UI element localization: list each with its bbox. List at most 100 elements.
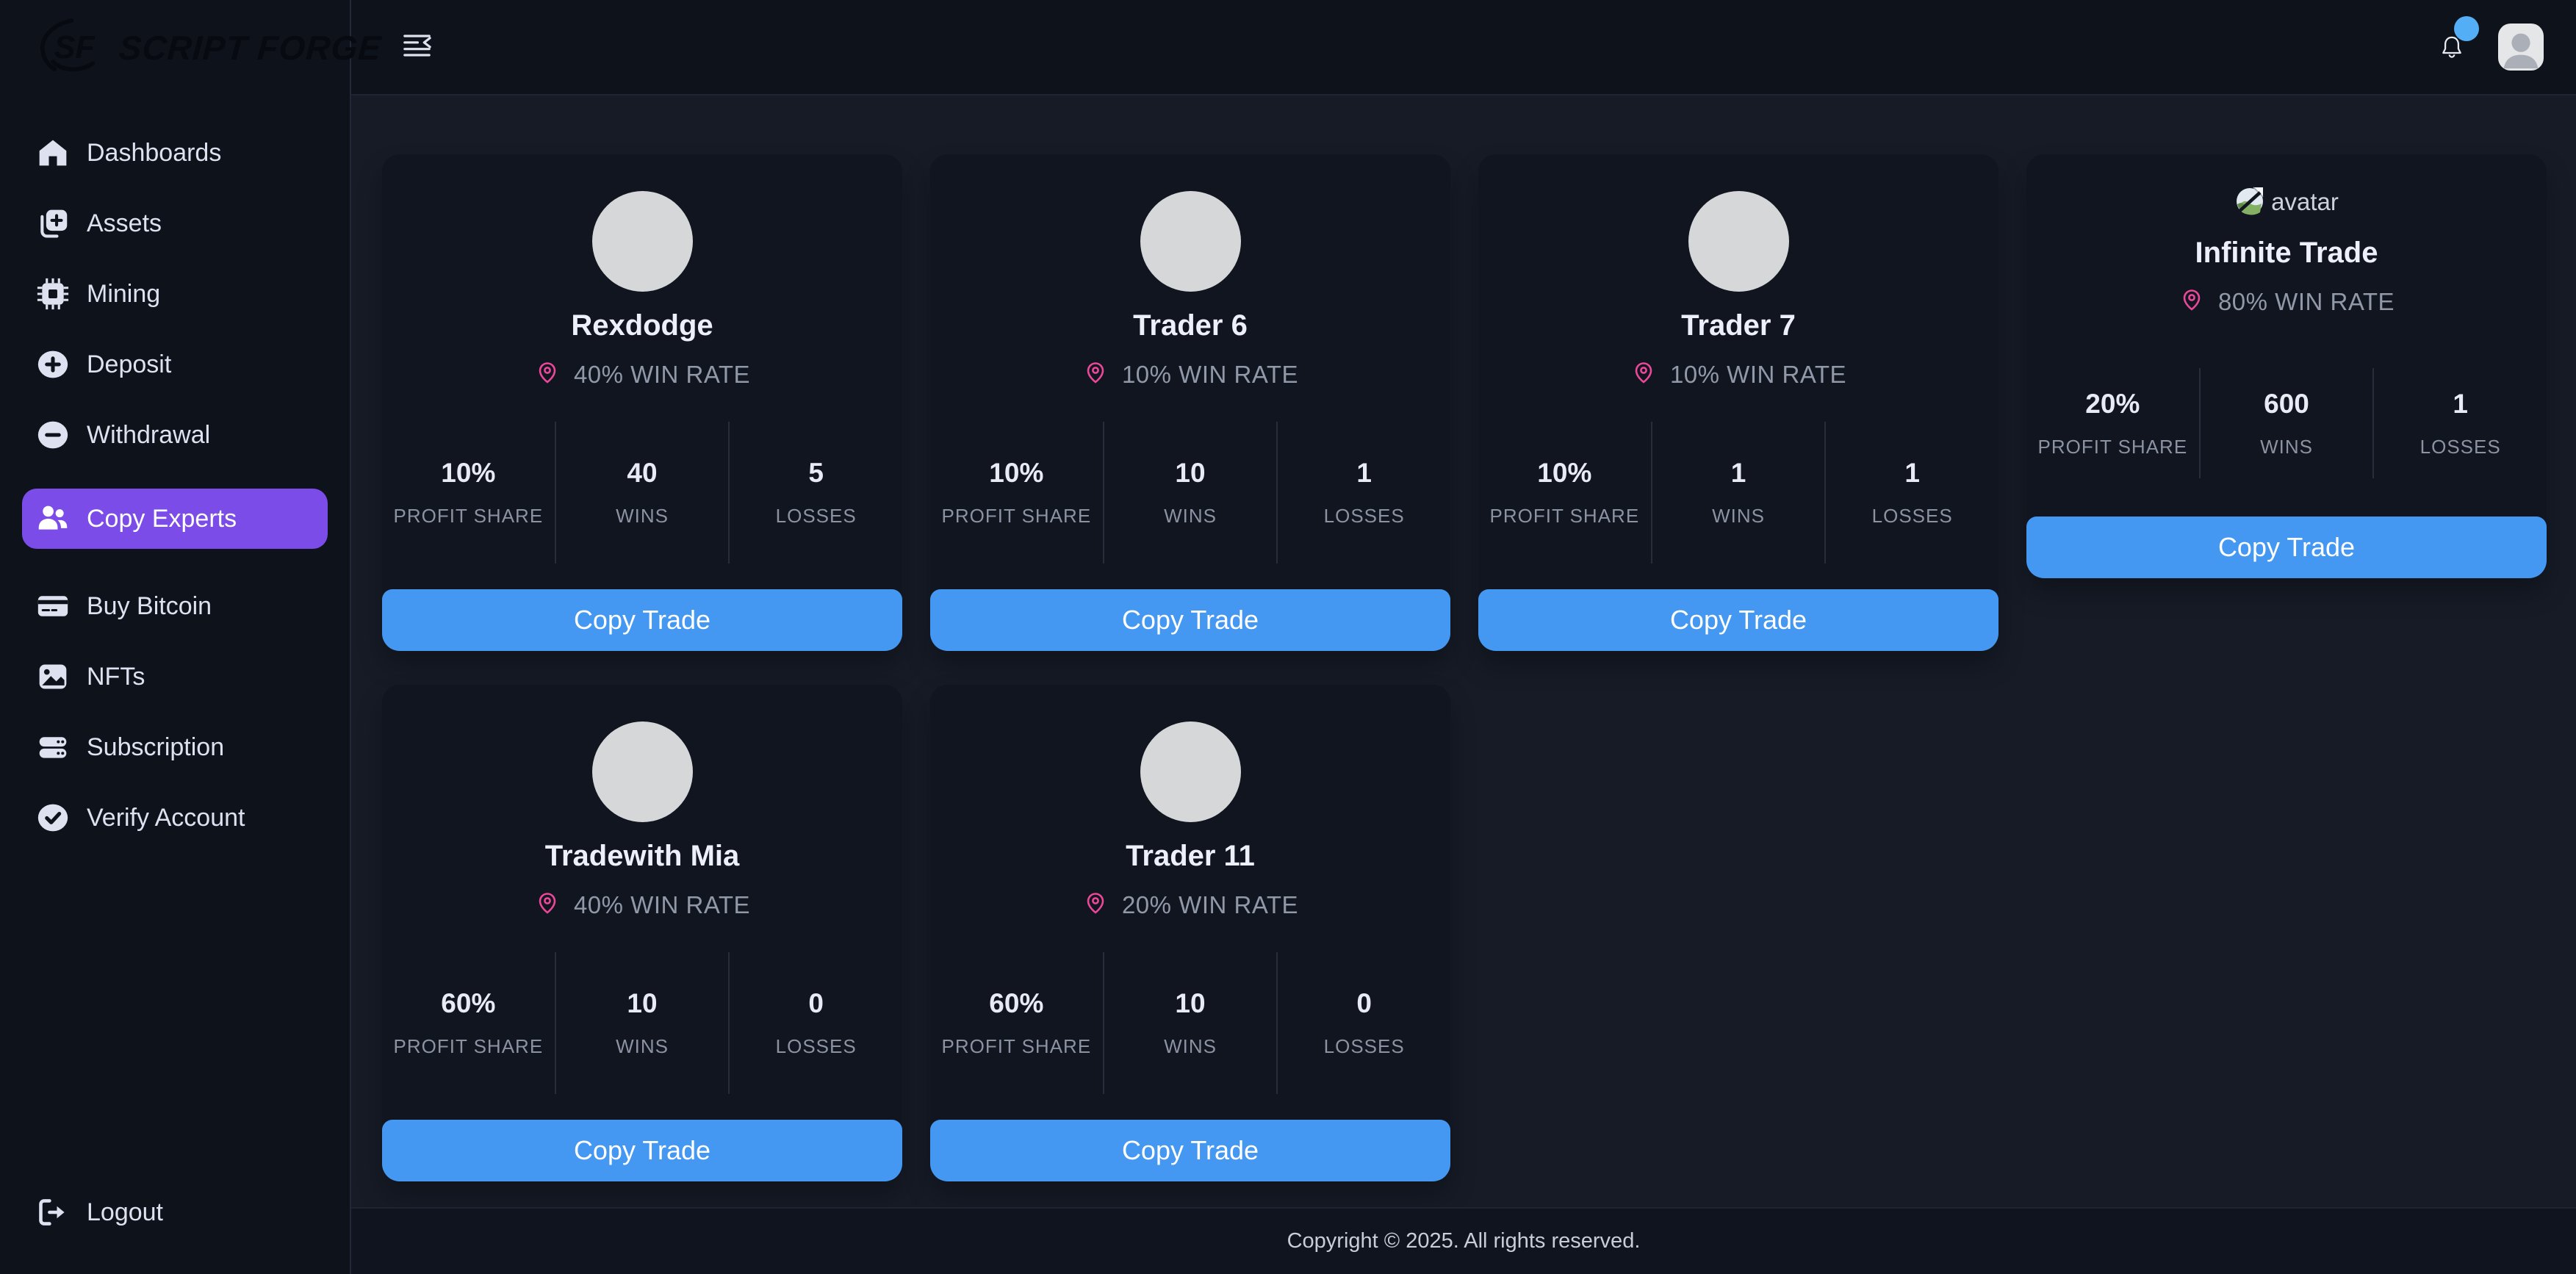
sidebar-item-label: Subscription <box>87 733 224 762</box>
card-header: Tradewith Mia 40% WIN RATE <box>382 685 902 921</box>
stat-value: 10% <box>441 458 495 489</box>
stat-losses: 0 LOSSES <box>1276 952 1450 1094</box>
trader-name: Trader 11 <box>1126 840 1255 873</box>
location-pin-icon <box>2179 286 2205 318</box>
copy-trade-button[interactable]: Copy Trade <box>930 589 1450 651</box>
chip-icon <box>35 276 71 312</box>
stat-profit-share: 10% PROFIT SHARE <box>382 422 555 564</box>
trader-stats: 60% PROFIT SHARE 10 WINS 0 LOSSES <box>382 952 902 1094</box>
stat-value: 60% <box>441 988 495 1019</box>
sidebar-item-nfts[interactable]: NFTs <box>0 641 350 712</box>
trader-name: Tradewith Mia <box>545 840 740 873</box>
copy-trade-button[interactable]: Copy Trade <box>382 589 902 651</box>
stat-wins: 40 WINS <box>555 422 729 564</box>
svg-text:SF: SF <box>54 30 96 65</box>
stat-label: LOSSES <box>2420 436 2501 458</box>
sidebar-item-label: Withdrawal <box>87 421 210 450</box>
win-rate-text: 40% WIN RATE <box>574 361 750 389</box>
stat-label: WINS <box>616 1035 669 1058</box>
card-header: Trader 7 10% WIN RATE <box>1478 154 1998 391</box>
stat-value: 40 <box>627 458 657 489</box>
sidebar: SF SCRIPT FORGE Dashboards <box>0 0 351 1274</box>
stat-label: LOSSES <box>1324 505 1405 528</box>
win-rate-text: 10% WIN RATE <box>1670 361 1846 389</box>
trader-card-trader-6: Trader 6 10% WIN RATE 10% PROFIT SHARE <box>930 154 1450 651</box>
image-icon <box>35 659 71 694</box>
trader-name: Trader 6 <box>1133 309 1248 342</box>
copy-trade-button[interactable]: Copy Trade <box>2026 517 2547 578</box>
stat-label: WINS <box>1164 505 1217 528</box>
server-icon <box>35 730 71 765</box>
stat-value: 10 <box>1175 988 1205 1019</box>
win-rate-row: 10% WIN RATE <box>1630 359 1846 391</box>
win-rate-text: 10% WIN RATE <box>1122 361 1298 389</box>
cards-column-4: Copy Trade <box>2026 96 2547 578</box>
location-pin-icon <box>1082 359 1109 391</box>
copy-trade-button[interactable]: Copy Trade <box>1478 589 1998 651</box>
home-icon <box>35 135 71 170</box>
app-window: SF SCRIPT FORGE Dashboards <box>0 0 2576 1274</box>
trader-avatar-placeholder <box>1140 721 1241 822</box>
trader-stats: 10% PROFIT SHARE 10 WINS 1 LOSSES <box>930 422 1450 564</box>
sidebar-item-buy-bitcoin[interactable]: Buy Bitcoin <box>0 571 350 641</box>
stat-label: WINS <box>1712 505 1765 528</box>
stat-wins: 10 WINS <box>1103 952 1277 1094</box>
stat-value: 1 <box>1731 458 1746 489</box>
card-header: Trader 6 10% WIN RATE <box>930 154 1450 391</box>
stat-value: 0 <box>1356 988 1372 1019</box>
menu-collapse-icon[interactable] <box>403 34 441 61</box>
stat-value: 0 <box>808 988 824 1019</box>
card-header: Rexdodge 40% WIN RATE <box>382 154 902 391</box>
stat-label: WINS <box>1164 1035 1217 1058</box>
sidebar-item-deposit[interactable]: Deposit <box>0 329 350 400</box>
win-rate-text: 80% WIN RATE <box>2218 288 2395 316</box>
sidebar-item-label: Deposit <box>87 350 171 379</box>
sidebar-item-assets[interactable]: Assets <box>0 188 350 259</box>
trader-card-trader-7: Trader 7 10% WIN RATE 10% PROFIT SHARE <box>1478 154 1998 651</box>
stat-label: LOSSES <box>1324 1035 1405 1058</box>
brand-name: SCRIPT FORGE <box>118 28 383 68</box>
stat-losses: 1 LOSSES <box>1824 422 1998 564</box>
stat-label: PROFIT SHARE <box>394 505 544 528</box>
stat-value: 1 <box>1904 458 1920 489</box>
notification-badge <box>2454 16 2479 41</box>
minus-circle-icon <box>35 417 71 453</box>
stat-value: 600 <box>2264 389 2309 420</box>
plus-circle-icon <box>35 347 71 382</box>
copy-trade-button[interactable]: Copy Trade <box>930 1120 1450 1181</box>
stat-value: 10% <box>1537 458 1591 489</box>
people-icon <box>35 501 71 536</box>
sidebar-item-mining[interactable]: Mining <box>0 259 350 329</box>
stat-label: LOSSES <box>1872 505 1953 528</box>
sidebar-item-label: Dashboards <box>87 139 221 168</box>
sidebar-item-label: Assets <box>87 209 162 238</box>
sidebar-item-subscription[interactable]: Subscription <box>0 712 350 782</box>
brand-logo[interactable]: SF SCRIPT FORGE <box>0 0 350 96</box>
stat-label: PROFIT SHARE <box>942 1035 1092 1058</box>
sidebar-item-verify-account[interactable]: Verify Account <box>0 782 350 853</box>
cards-column-3: Trader 7 10% WIN RATE 10% PROFIT SHARE <box>1478 154 1998 651</box>
copy-trade-button[interactable]: Copy Trade <box>382 1120 902 1181</box>
stat-label: WINS <box>2260 436 2313 458</box>
avatar-alt-text: avatar <box>2271 188 2339 216</box>
trader-stats: 10% PROFIT SHARE 1 WINS 1 LOSSES <box>1478 422 1998 564</box>
stat-losses: 0 LOSSES <box>728 952 902 1094</box>
sidebar-item-dashboards[interactable]: Dashboards <box>0 118 350 188</box>
sidebar-item-withdrawal[interactable]: Withdrawal <box>0 400 350 470</box>
stat-value: 1 <box>1356 458 1372 489</box>
location-pin-icon <box>534 889 561 921</box>
footer: Copyright © 2025. All rights reserved. <box>351 1207 2576 1274</box>
credit-card-icon <box>35 589 71 624</box>
stat-value: 60% <box>989 988 1043 1019</box>
notifications-button[interactable] <box>2441 34 2463 60</box>
trader-avatar-placeholder <box>592 721 693 822</box>
sidebar-item-label: Verify Account <box>87 804 245 832</box>
sidebar-item-label: Buy Bitcoin <box>87 592 212 621</box>
stat-label: PROFIT SHARE <box>394 1035 544 1058</box>
stat-wins: 1 WINS <box>1651 422 1825 564</box>
sidebar-item-copy-experts[interactable]: Copy Experts <box>22 489 328 549</box>
stat-profit-share: 60% PROFIT SHARE <box>382 952 555 1094</box>
user-avatar[interactable] <box>2498 24 2544 71</box>
sidebar-item-logout[interactable]: Logout <box>0 1177 350 1248</box>
stat-label: LOSSES <box>776 1035 857 1058</box>
